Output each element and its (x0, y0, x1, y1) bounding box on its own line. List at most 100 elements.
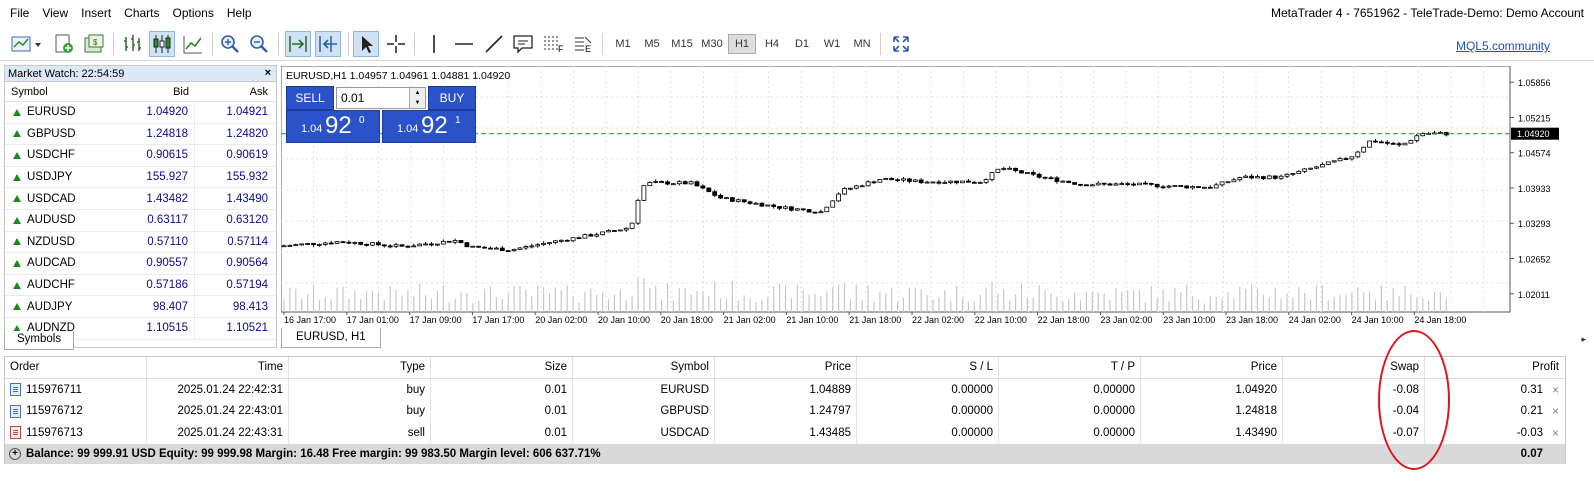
bid-cell: 98.407 (120, 296, 195, 317)
chart-shift-icon[interactable] (315, 31, 341, 57)
candlestick-chart-icon[interactable] (149, 31, 175, 57)
col-tp[interactable]: T / P (999, 357, 1141, 378)
menu-help[interactable]: Help (227, 6, 252, 20)
scroll-right-icon[interactable]: ▸ (1581, 334, 1586, 345)
sell-button[interactable]: SELL (286, 86, 334, 110)
market-watch-row[interactable]: AUDUSD 0.63117 0.63120 (5, 209, 276, 232)
tf-mn[interactable]: MN (848, 34, 876, 54)
buy-button[interactable]: BUY (428, 86, 476, 110)
order-document-icon (10, 426, 21, 440)
market-watch-row[interactable]: USDJPY 155.927 155.932 (5, 166, 276, 189)
market-watch-row[interactable]: USDCHF 0.90615 0.90619 (5, 145, 276, 167)
market-watch-row[interactable]: GBPUSD 1.24818 1.24820 (5, 123, 276, 146)
order-stop-loss[interactable]: 0.00000 (857, 379, 999, 401)
spin-up-icon[interactable]: ▲ (410, 88, 425, 98)
order-take-profit[interactable]: 0.00000 (999, 422, 1141, 444)
horizontal-line-icon[interactable] (452, 31, 476, 57)
tf-m30[interactable]: M30 (698, 34, 726, 54)
col-ask[interactable]: Ask (195, 82, 274, 101)
profiles-icon[interactable] (52, 31, 76, 57)
candle-body (541, 242, 547, 246)
col-current-price[interactable]: Price (1141, 357, 1283, 378)
candle-body (1166, 185, 1172, 188)
menu-file[interactable]: File (10, 6, 29, 20)
spin-down-icon[interactable]: ▼ (410, 98, 425, 108)
col-price[interactable]: Price (715, 357, 857, 378)
order-row[interactable]: 115976711 2025.01.24 22:42:31 buy 0.01 EURUS… (5, 379, 1565, 401)
zoom-in-icon[interactable] (218, 31, 242, 57)
order-row[interactable]: 115976713 2025.01.24 22:43:31 sell 0.01 USDC… (5, 422, 1565, 444)
equidistant-channel-icon[interactable]: E (571, 31, 595, 57)
candle-body (800, 208, 806, 211)
total-profit: 0.07 (1520, 448, 1543, 460)
market-watch-row[interactable]: AUDCHF 0.57186 0.57194 (5, 274, 276, 297)
volume-spinner[interactable]: ▲ ▼ (409, 88, 425, 108)
close-icon[interactable]: × (265, 67, 271, 79)
order-row[interactable]: 115976712 2025.01.24 22:43:01 buy 0.01 GBPUS… (5, 400, 1565, 423)
col-size[interactable]: Size (431, 357, 573, 378)
tf-w1[interactable]: W1 (818, 34, 846, 54)
crosshair-icon[interactable] (384, 31, 408, 57)
zoom-out-icon[interactable] (247, 31, 271, 57)
line-chart-icon[interactable] (181, 31, 205, 57)
text-label-icon[interactable] (511, 31, 535, 57)
market-watch-row[interactable]: NZDUSD 0.57110 0.57114 (5, 231, 276, 254)
candle-body (983, 179, 989, 183)
trendline-icon[interactable] (482, 31, 506, 57)
candle-body (812, 211, 818, 214)
tab-eurusd-h1[interactable]: EURUSD, H1 (281, 328, 381, 348)
vertical-line-icon[interactable] (422, 31, 446, 57)
expand-icon[interactable]: + (9, 448, 21, 460)
order-type: buy (289, 400, 431, 423)
candle-body (370, 242, 375, 246)
order-stop-loss[interactable]: 0.00000 (857, 400, 999, 423)
close-order-icon[interactable]: × (1552, 404, 1559, 418)
close-order-icon[interactable]: × (1552, 426, 1559, 440)
candle-body (659, 181, 665, 183)
candle-body (476, 245, 482, 248)
tf-m15[interactable]: M15 (668, 34, 696, 54)
fullscreen-icon[interactable] (889, 31, 913, 57)
menu-insert[interactable]: Insert (81, 6, 111, 20)
col-bid[interactable]: Bid (120, 82, 195, 101)
candle-body (794, 208, 800, 211)
tf-h1[interactable]: H1 (728, 34, 756, 54)
fibonacci-icon[interactable]: F (541, 31, 565, 57)
order-take-profit[interactable]: 0.00000 (999, 400, 1141, 423)
order-take-profit[interactable]: 0.00000 (999, 379, 1141, 401)
mql5-community-link[interactable]: MQL5.community (1456, 39, 1550, 53)
col-symbol[interactable]: Symbol (573, 357, 715, 378)
market-watch-icon[interactable]: $ (82, 31, 106, 57)
terminal-orders-table: Order Time Type Size Symbol Price S / L … (4, 356, 1566, 464)
tf-m5[interactable]: M5 (638, 34, 666, 54)
market-watch-row[interactable]: USDCAD 1.43482 1.43490 (5, 188, 276, 210)
new-chart-icon[interactable] (10, 31, 44, 57)
sell-price[interactable]: 1.04 92 0 (286, 110, 380, 143)
col-time[interactable]: Time (147, 357, 289, 378)
col-type[interactable]: Type (289, 357, 431, 378)
order-stop-loss[interactable]: 0.00000 (857, 422, 999, 444)
close-order-icon[interactable]: × (1552, 383, 1559, 397)
bar-chart-icon[interactable] (120, 31, 144, 57)
candle-body (1225, 181, 1231, 184)
tf-h4[interactable]: H4 (758, 34, 786, 54)
market-watch-row[interactable]: AUDJPY 98.407 98.413 (5, 296, 276, 318)
market-watch-row[interactable]: EURUSD 1.04920 1.04921 (5, 102, 276, 124)
candle-body (281, 245, 287, 248)
auto-scroll-icon[interactable] (285, 31, 311, 57)
tab-symbols[interactable]: Symbols (4, 331, 75, 350)
market-watch-row[interactable]: AUDCAD 0.90557 0.90564 (5, 253, 276, 275)
cursor-icon[interactable] (353, 31, 379, 57)
col-sl[interactable]: S / L (857, 357, 999, 378)
candle-body (387, 245, 393, 248)
col-order[interactable]: Order (5, 357, 147, 378)
tf-m1[interactable]: M1 (609, 34, 637, 54)
tf-d1[interactable]: D1 (788, 34, 816, 54)
volume-input[interactable]: 0.01 ▲ ▼ (336, 87, 426, 109)
col-symbol[interactable]: Symbol (5, 86, 120, 98)
buy-price[interactable]: 1.04 92 1 (382, 110, 476, 143)
menu-options[interactable]: Options (173, 6, 214, 20)
menu-view[interactable]: View (42, 6, 68, 20)
candle-body (293, 244, 299, 246)
menu-charts[interactable]: Charts (124, 6, 159, 20)
